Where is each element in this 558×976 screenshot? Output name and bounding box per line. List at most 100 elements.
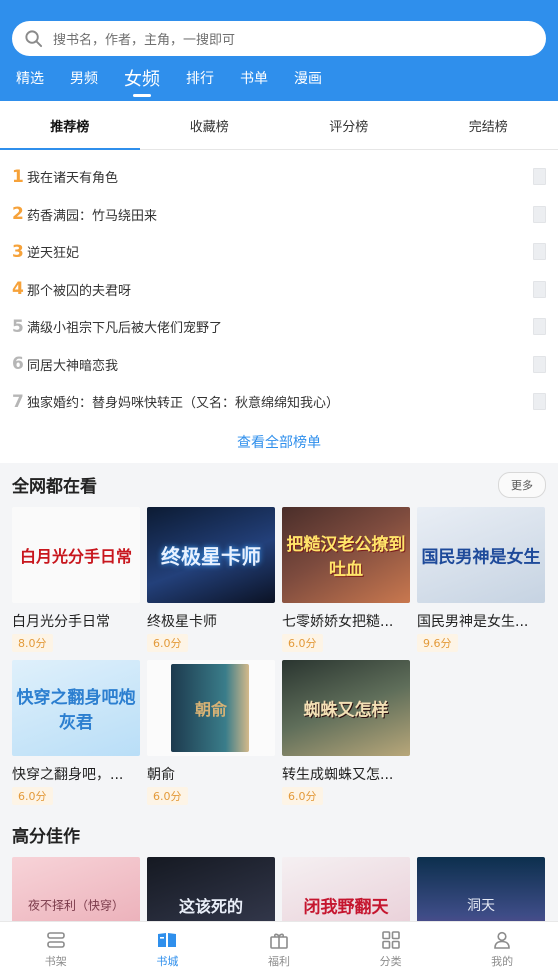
book-card[interactable]: 终极星卡师 终极星卡师 6.0分: [147, 506, 275, 652]
bookshelf-icon: [46, 931, 65, 948]
rank-item[interactable]: 7 独家婚约：替身妈咪快转正（又名：秋意绵绵知我心）: [0, 383, 558, 421]
book-cover: 国民男神是女生: [417, 506, 545, 603]
score-badge: 6.0分: [12, 786, 53, 805]
section-title: 高分佳作: [12, 827, 80, 847]
rank-title: 我在诸天有角色: [27, 171, 119, 187]
rank-number: 1: [12, 166, 24, 187]
book-card[interactable]: 把糙汉老公撩到吐血 七零娇娇女把糙... 6.0分: [282, 506, 410, 652]
book-thumbnail: [533, 205, 546, 223]
nav-book-store[interactable]: 书城: [112, 922, 224, 976]
score-badge: 6.0分: [282, 633, 323, 652]
book-title: 转生成蜘蛛又怎...: [282, 766, 394, 783]
cover-text: 快穿之翻身吧炮灰君: [16, 687, 136, 733]
nav-label: 分类: [379, 954, 402, 968]
see-all-rankings-link[interactable]: 查看全部榜单: [0, 420, 558, 463]
rank-number: 5: [12, 316, 24, 337]
book-title: 快穿之翻身吧，...: [12, 766, 124, 783]
book-title: 国民男神是女生...: [417, 613, 529, 630]
cover-text: 蜘蛛又怎样: [303, 700, 389, 720]
cover-text: 把糙汉老公撩到吐血: [286, 534, 406, 580]
book-cover: 终极星卡师: [147, 506, 275, 603]
score-badge: 6.0分: [147, 633, 188, 652]
cover-text: 洞天: [467, 897, 495, 914]
nav-label: 书架: [44, 954, 67, 968]
user-icon: [494, 931, 510, 949]
nav-label: 福利: [267, 954, 290, 968]
book-cover: 蜘蛛又怎样: [282, 659, 410, 756]
rank-item[interactable]: 4 那个被囚的夫君呀: [0, 271, 558, 309]
rank-tabs: 推荐榜 收藏榜 评分榜 完结榜: [0, 101, 558, 150]
book-title: 白月光分手日常: [12, 613, 110, 630]
search-placeholder: 搜书名，作者，主角，一搜即可: [53, 33, 236, 48]
rank-item[interactable]: 1 我在诸天有角色: [0, 158, 558, 196]
cover-text: 这该死的: [178, 896, 243, 916]
rank-tab-finished[interactable]: 完结榜: [419, 101, 558, 149]
rank-tab-collect[interactable]: 收藏榜: [140, 101, 280, 149]
book-store-icon: [158, 932, 177, 947]
book-thumbnail: [533, 355, 546, 373]
book-title: 终极星卡师: [147, 613, 217, 630]
book-cover: 快穿之翻身吧炮灰君: [12, 659, 140, 756]
rank-tab-recommend[interactable]: 推荐榜: [0, 101, 140, 150]
rank-list: 1 我在诸天有角色 2 药香满园：竹马绕田来 3 逆天狂妃 4 那个被囚的夫君呀…: [0, 150, 558, 463]
book-cover: 把糙汉老公撩到吐血: [282, 506, 410, 603]
score-badge: 9.6分: [417, 633, 458, 652]
rank-title: 满级小祖宗下凡后被大佬们宠野了: [27, 321, 223, 337]
rank-item[interactable]: 6 同居大神暗恋我: [0, 346, 558, 384]
book-title: 朝俞: [147, 766, 175, 783]
channel-tab[interactable]: 精选: [16, 68, 44, 100]
channel-tab[interactable]: 漫画: [294, 68, 322, 100]
nav-category[interactable]: 分类: [335, 922, 447, 976]
gift-icon: [270, 933, 288, 949]
book-grid: 白月光分手日常 白月光分手日常 8.0分 终极星卡师 终极星卡师 6.0分 把糙…: [12, 506, 546, 813]
book-card[interactable]: 蜘蛛又怎样 转生成蜘蛛又怎... 6.0分: [282, 659, 410, 805]
category-grid-icon: [381, 930, 400, 949]
rank-tab-rating[interactable]: 评分榜: [279, 101, 419, 149]
book-card[interactable]: 快穿之翻身吧炮灰君 快穿之翻身吧，... 6.0分: [12, 659, 140, 805]
section-header: 高分佳作: [12, 813, 546, 857]
cover-text: 国民男神是女生: [421, 547, 541, 567]
book-thumbnail: [533, 243, 546, 261]
rank-number: 2: [12, 204, 24, 225]
cover-text: 朝俞: [194, 699, 227, 719]
nav-welfare[interactable]: 福利: [223, 922, 335, 976]
score-badge: 8.0分: [12, 633, 53, 652]
header: 搜书名，作者，主角，一搜即可 精选 男频 女频 排行 书单 漫画: [0, 0, 558, 101]
book-cover: 朝俞: [147, 659, 275, 756]
book-card[interactable]: 白月光分手日常 白月光分手日常 8.0分: [12, 506, 140, 652]
channel-tab[interactable]: 男频: [70, 68, 98, 100]
book-card[interactable]: 朝俞 朝俞 6.0分: [147, 659, 275, 805]
rank-item[interactable]: 2 药香满园：竹马绕田来: [0, 196, 558, 234]
rank-title: 那个被囚的夫君呀: [27, 283, 132, 299]
rank-title: 同居大神暗恋我: [27, 358, 119, 374]
more-button[interactable]: 更多: [498, 471, 546, 498]
book-card[interactable]: 国民男神是女生 国民男神是女生... 9.6分: [417, 506, 545, 652]
channel-tab-active[interactable]: 女频: [124, 65, 160, 100]
nav-label: 书城: [156, 954, 179, 968]
search-icon: [25, 30, 43, 48]
rank-item[interactable]: 3 逆天狂妃: [0, 233, 558, 271]
rank-item[interactable]: 5 满级小祖宗下凡后被大佬们宠野了: [0, 308, 558, 346]
score-badge: 6.0分: [147, 786, 188, 805]
cover-text: 夜不择利（快穿）: [27, 898, 124, 912]
section-title: 全网都在看: [12, 477, 97, 497]
section-everyone-watching: 全网都在看 更多 白月光分手日常 白月光分手日常 8.0分 终极星卡师 终极星卡…: [0, 462, 558, 813]
nav-label: 我的: [491, 954, 514, 968]
rank-title: 药香满园：竹马绕田来: [27, 208, 158, 224]
nav-bookshelf[interactable]: 书架: [0, 922, 112, 976]
cover-text: 闭我野翻天: [303, 897, 389, 917]
bottom-nav: 书架 书城 福利 分类 我的: [0, 921, 558, 976]
channel-tab[interactable]: 排行: [186, 68, 214, 100]
rank-title: 独家婚约：替身妈咪快转正（又名：秋意绵绵知我心）: [27, 396, 340, 412]
app: 搜书名，作者，主角，一搜即可 精选 男频 女频 排行 书单 漫画 推荐榜 收藏榜…: [0, 0, 558, 976]
rank-number: 6: [12, 354, 24, 375]
nav-profile[interactable]: 我的: [446, 922, 558, 976]
cover-text: 终极星卡师: [161, 544, 261, 568]
cover-text: 白月光分手日常: [19, 546, 132, 566]
book-thumbnail: [533, 280, 546, 298]
search-bar[interactable]: 搜书名，作者，主角，一搜即可: [12, 21, 546, 56]
book-title: 七零娇娇女把糙...: [282, 613, 394, 630]
section-header: 全网都在看 更多: [12, 463, 546, 507]
channel-tab[interactable]: 书单: [240, 68, 268, 100]
book-thumbnail: [533, 168, 546, 186]
